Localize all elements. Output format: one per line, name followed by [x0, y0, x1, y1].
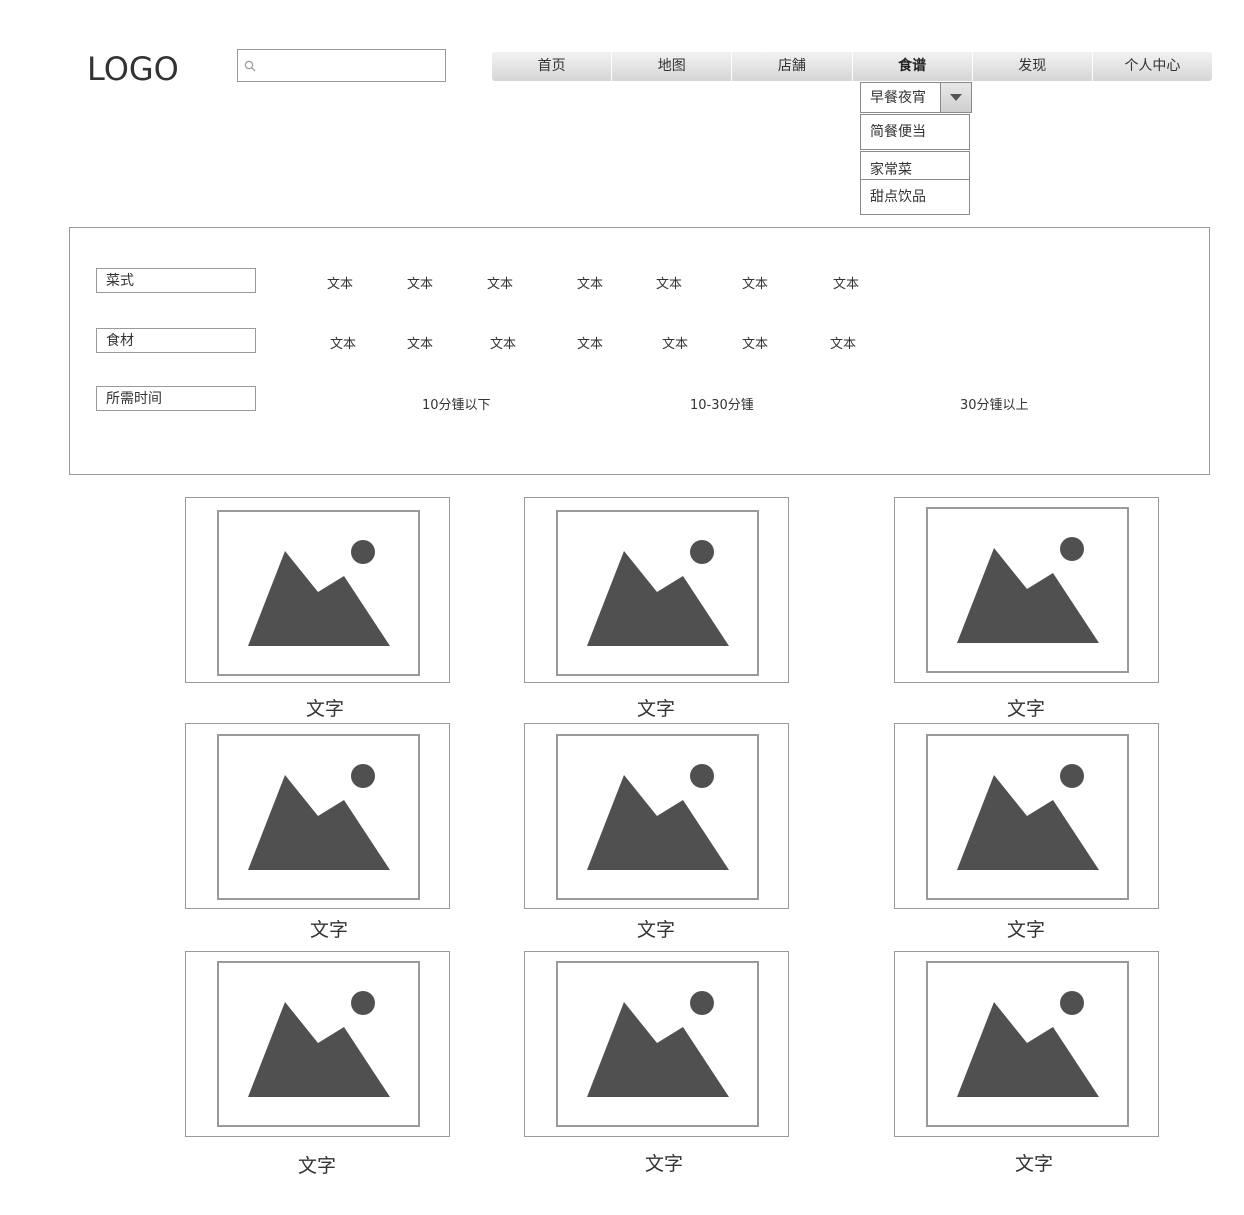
dropdown-option[interactable]: 简餐便当 [860, 114, 970, 150]
image-placeholder-icon [556, 510, 759, 676]
recipe-card-caption[interactable]: 文字 [289, 915, 369, 942]
nav-item-profile[interactable]: 个人中心 [1092, 52, 1213, 81]
recipe-card[interactable] [185, 497, 450, 683]
filter-option-cuisine[interactable]: 文本 [327, 273, 353, 292]
recipe-card-caption[interactable]: 文字 [616, 915, 696, 942]
filter-option-cuisine[interactable]: 文本 [487, 273, 513, 292]
dropdown-option[interactable]: 家常菜 [860, 151, 970, 180]
filter-option-ingredient[interactable]: 文本 [830, 333, 856, 352]
filter-option-ingredient[interactable]: 文本 [407, 333, 433, 352]
filter-option-cuisine[interactable]: 文本 [656, 273, 682, 292]
filter-panel: 菜式 文本 文本 文本 文本 文本 文本 文本 食材 文本 文本 文本 文本 文… [69, 227, 1210, 475]
filter-label-ingredient: 食材 [96, 328, 256, 353]
recipe-card[interactable] [894, 497, 1159, 683]
recipe-card-caption[interactable]: 文字 [994, 1149, 1074, 1176]
recipe-card-caption[interactable]: 文字 [986, 694, 1066, 721]
image-placeholder-icon [217, 510, 420, 676]
logo[interactable]: LOGO [87, 50, 179, 88]
filter-option-ingredient[interactable]: 文本 [577, 333, 603, 352]
recipe-card[interactable] [185, 723, 450, 909]
image-placeholder-icon [217, 961, 420, 1127]
filter-option-cuisine[interactable]: 文本 [742, 273, 768, 292]
nav-item-discover[interactable]: 发现 [972, 52, 1093, 81]
filter-option-time[interactable]: 10-30分锺 [690, 394, 754, 413]
recipe-card-caption[interactable]: 文字 [616, 694, 696, 721]
recipe-card[interactable] [524, 951, 789, 1137]
nav-item-home[interactable]: 首页 [492, 52, 613, 81]
recipe-card[interactable] [894, 951, 1159, 1137]
filter-option-time[interactable]: 10分锺以下 [422, 394, 491, 413]
nav-item-recipes[interactable]: 食谱 [852, 52, 973, 81]
filter-option-ingredient[interactable]: 文本 [490, 333, 516, 352]
filter-option-cuisine[interactable]: 文本 [407, 273, 433, 292]
image-placeholder-icon [926, 961, 1129, 1127]
filter-option-ingredient[interactable]: 文本 [330, 333, 356, 352]
recipe-card-caption[interactable]: 文字 [277, 1151, 357, 1178]
dropdown-option[interactable]: 甜点饮品 [860, 179, 970, 215]
filter-option-time[interactable]: 30分锺以上 [960, 394, 1029, 413]
image-placeholder-icon [926, 507, 1129, 673]
recipe-card-caption[interactable]: 文字 [624, 1149, 704, 1176]
main-nav: 首页 地图 店舗 食谱 发现 个人中心 [492, 52, 1213, 81]
filter-option-ingredient[interactable]: 文本 [662, 333, 688, 352]
recipe-card[interactable] [894, 723, 1159, 909]
nav-item-map[interactable]: 地图 [612, 52, 733, 81]
search-icon [244, 60, 256, 72]
filter-option-cuisine[interactable]: 文本 [833, 273, 859, 292]
recipe-category-select[interactable]: 早餐夜宵 [860, 82, 972, 113]
image-placeholder-icon [556, 734, 759, 900]
filter-option-ingredient[interactable]: 文本 [742, 333, 768, 352]
dropdown-toggle[interactable] [940, 83, 971, 112]
recipe-card-caption[interactable]: 文字 [285, 694, 365, 721]
filter-label-time: 所需时间 [96, 386, 256, 411]
caret-down-icon [950, 94, 962, 101]
image-placeholder-icon [556, 961, 759, 1127]
recipe-card[interactable] [185, 951, 450, 1137]
nav-item-shops[interactable]: 店舗 [732, 52, 853, 81]
recipe-card[interactable] [524, 497, 789, 683]
filter-label-cuisine: 菜式 [96, 268, 256, 293]
image-placeholder-icon [926, 734, 1129, 900]
search-input[interactable] [260, 53, 444, 80]
recipe-category-selected: 早餐夜宵 [870, 90, 926, 106]
filter-option-cuisine[interactable]: 文本 [577, 273, 603, 292]
image-placeholder-icon [217, 734, 420, 900]
recipe-card[interactable] [524, 723, 789, 909]
recipe-card-caption[interactable]: 文字 [986, 915, 1066, 942]
search-box[interactable] [237, 49, 446, 82]
